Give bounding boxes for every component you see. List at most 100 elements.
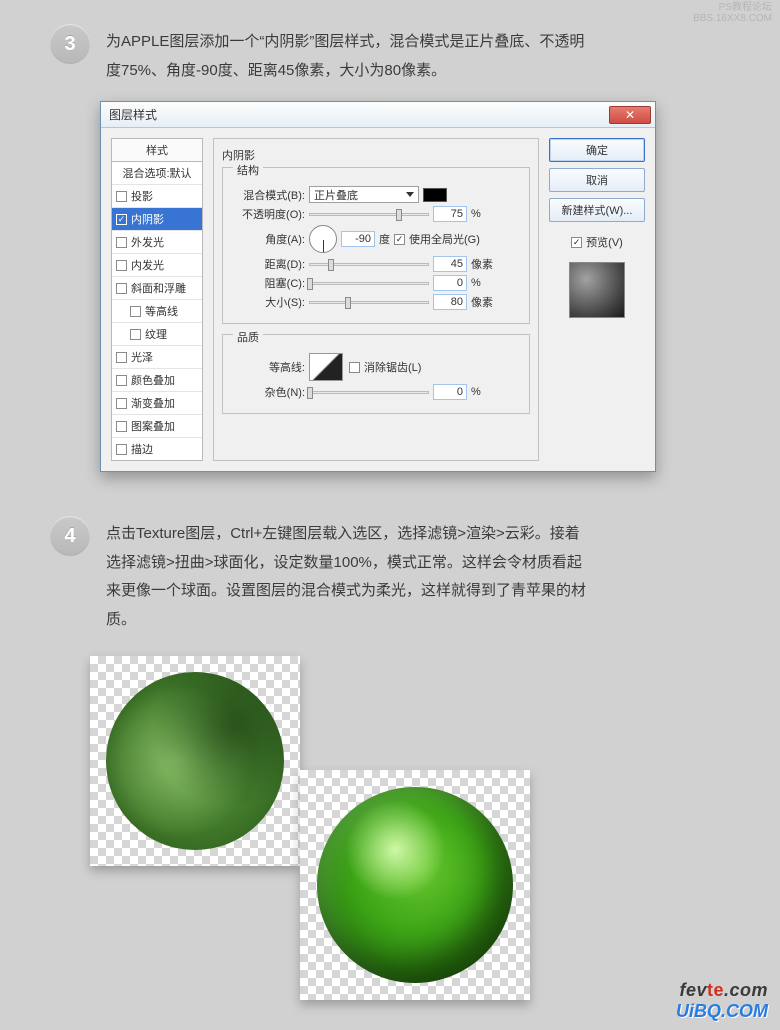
style-item-defaults[interactable]: 混合选项:默认 bbox=[112, 162, 202, 185]
style-label: 外发光 bbox=[131, 234, 164, 250]
step-3-text: 为APPLE图层添加一个“内阴影”图层样式，混合模式是正片叠底、不透明度75%、… bbox=[106, 24, 586, 85]
style-item-outer-glow[interactable]: 外发光 bbox=[112, 231, 202, 254]
label-distance: 距离(D): bbox=[233, 256, 305, 272]
new-style-button[interactable]: 新建样式(W)... bbox=[549, 198, 645, 222]
style-label: 内阴影 bbox=[131, 211, 164, 227]
watermark-part: fev bbox=[679, 980, 707, 1000]
style-item-texture[interactable]: 纹理 bbox=[112, 323, 202, 346]
style-item-color-overlay[interactable]: 颜色叠加 bbox=[112, 369, 202, 392]
style-label: 描边 bbox=[131, 441, 153, 457]
label-choke: 阻塞(C): bbox=[233, 275, 305, 291]
antialias-checkbox[interactable] bbox=[349, 362, 360, 373]
noise-unit: % bbox=[471, 386, 481, 398]
size-input[interactable]: 80 bbox=[433, 294, 467, 310]
watermark-text: PS教程论坛 bbox=[693, 2, 772, 13]
opacity-slider[interactable] bbox=[309, 213, 429, 216]
label-noise: 杂色(N): bbox=[233, 384, 305, 400]
close-button[interactable]: ✕ bbox=[609, 106, 651, 124]
style-label: 颜色叠加 bbox=[131, 372, 175, 388]
style-label: 等高线 bbox=[145, 303, 178, 319]
checkbox-icon[interactable] bbox=[116, 260, 127, 271]
watermark-part: .com bbox=[724, 980, 768, 1000]
checkbox-icon[interactable] bbox=[116, 352, 127, 363]
row-distance: 距离(D): 45 像素 bbox=[233, 256, 519, 272]
style-item-satin[interactable]: 光泽 bbox=[112, 346, 202, 369]
preview-checkbox[interactable] bbox=[571, 237, 582, 248]
style-label: 图案叠加 bbox=[131, 418, 175, 434]
row-angle: 角度(A): -90 度 使用全局光(G) bbox=[233, 225, 519, 253]
label-blend-mode: 混合模式(B): bbox=[233, 187, 305, 203]
checkbox-icon[interactable] bbox=[116, 191, 127, 202]
style-label: 内发光 bbox=[131, 257, 164, 273]
blend-mode-select[interactable]: 正片叠底 bbox=[309, 186, 419, 203]
styles-list: 混合选项:默认 投影 内阴影 外发光 内发光 斜面和浮雕 等高线 纹理 光泽 颜… bbox=[111, 162, 203, 461]
row-noise: 杂色(N): 0 % bbox=[233, 384, 519, 400]
ok-button[interactable]: 确定 bbox=[549, 138, 645, 162]
checkbox-icon[interactable] bbox=[116, 214, 127, 225]
noise-slider[interactable] bbox=[309, 391, 429, 394]
button-column: 确定 取消 新建样式(W)... 预览(V) bbox=[549, 138, 645, 461]
row-choke: 阻塞(C): 0 % bbox=[233, 275, 519, 291]
checkbox-icon[interactable] bbox=[116, 375, 127, 386]
group-quality: 品质 等高线: 消除锯齿(L) 杂色(N): 0 % bbox=[222, 334, 530, 414]
dialog-titlebar[interactable]: 图层样式 ✕ bbox=[101, 102, 655, 128]
style-label: 光泽 bbox=[131, 349, 153, 365]
choke-slider[interactable] bbox=[309, 282, 429, 285]
section-heading: 内阴影 bbox=[222, 147, 530, 165]
checkbox-icon[interactable] bbox=[116, 398, 127, 409]
distance-unit: 像素 bbox=[471, 256, 493, 272]
choke-input[interactable]: 0 bbox=[433, 275, 467, 291]
settings-panel: 内阴影 结构 混合模式(B): 正片叠底 不透明度(O): bbox=[213, 138, 539, 461]
dialog-title: 图层样式 bbox=[109, 106, 157, 123]
group-quality-title: 品质 bbox=[233, 329, 263, 345]
label-opacity: 不透明度(O): bbox=[233, 206, 305, 222]
watermark-fevte: fevte.com bbox=[676, 980, 768, 1001]
opacity-unit: % bbox=[471, 208, 481, 220]
watermark-uibq: UiBQ.COM bbox=[676, 1001, 768, 1022]
style-item-bevel[interactable]: 斜面和浮雕 bbox=[112, 277, 202, 300]
color-swatch[interactable] bbox=[423, 188, 447, 202]
global-light-checkbox[interactable] bbox=[394, 234, 405, 245]
close-icon: ✕ bbox=[625, 109, 635, 121]
opacity-input[interactable]: 75 bbox=[433, 206, 467, 222]
distance-input[interactable]: 45 bbox=[433, 256, 467, 272]
styles-column: 样式 混合选项:默认 投影 内阴影 外发光 内发光 斜面和浮雕 等高线 纹理 光… bbox=[111, 138, 203, 461]
style-label: 投影 bbox=[131, 188, 153, 204]
dialog-screenshot: 图层样式 ✕ 样式 混合选项:默认 投影 内阴影 外发光 内发光 斜面和浮雕 等… bbox=[0, 101, 780, 492]
angle-unit: 度 bbox=[379, 231, 390, 247]
step-4-text: 点击Texture图层，Ctrl+左键图层载入选区，选择滤镜>渲染>云彩。接着选… bbox=[106, 516, 586, 634]
style-label: 混合选项:默认 bbox=[122, 165, 191, 181]
result-images: fevte.com UiBQ.COM bbox=[0, 650, 780, 1030]
distance-slider[interactable] bbox=[309, 263, 429, 266]
checkbox-icon[interactable] bbox=[130, 329, 141, 340]
angle-input[interactable]: -90 bbox=[341, 231, 375, 247]
preview-toggle-row: 预览(V) bbox=[549, 234, 645, 250]
checkbox-icon[interactable] bbox=[116, 444, 127, 455]
style-item-contour[interactable]: 等高线 bbox=[112, 300, 202, 323]
checkbox-icon[interactable] bbox=[130, 306, 141, 317]
checkbox-icon[interactable] bbox=[116, 421, 127, 432]
dialog-body: 样式 混合选项:默认 投影 内阴影 外发光 内发光 斜面和浮雕 等高线 纹理 光… bbox=[101, 128, 655, 471]
style-item-inner-glow[interactable]: 内发光 bbox=[112, 254, 202, 277]
style-item-inner-shadow[interactable]: 内阴影 bbox=[112, 208, 202, 231]
choke-unit: % bbox=[471, 277, 481, 289]
size-slider[interactable] bbox=[309, 301, 429, 304]
noise-input[interactable]: 0 bbox=[433, 384, 467, 400]
cancel-button[interactable]: 取消 bbox=[549, 168, 645, 192]
contour-preset[interactable] bbox=[309, 353, 343, 381]
layer-style-dialog: 图层样式 ✕ 样式 混合选项:默认 投影 内阴影 外发光 内发光 斜面和浮雕 等… bbox=[100, 101, 656, 472]
step-3-number-badge: 3 bbox=[50, 24, 90, 64]
style-item-grad-overlay[interactable]: 渐变叠加 bbox=[112, 392, 202, 415]
checkbox-icon[interactable] bbox=[116, 283, 127, 294]
step-4-header: 4 点击Texture图层，Ctrl+左键图层载入选区，选择滤镜>渲染>云彩。接… bbox=[50, 516, 730, 634]
style-item-pattern-overlay[interactable]: 图案叠加 bbox=[112, 415, 202, 438]
checkbox-icon[interactable] bbox=[116, 237, 127, 248]
style-item-stroke[interactable]: 描边 bbox=[112, 438, 202, 460]
chevron-down-icon bbox=[406, 192, 414, 197]
group-structure: 结构 混合模式(B): 正片叠底 不透明度(O): bbox=[222, 167, 530, 324]
step-4-block: 4 点击Texture图层，Ctrl+左键图层载入选区，选择滤镜>渲染>云彩。接… bbox=[0, 492, 780, 650]
style-item-drop-shadow[interactable]: 投影 bbox=[112, 185, 202, 208]
angle-dial[interactable] bbox=[309, 225, 337, 253]
watermark-url: BBS.16XX8.COM bbox=[693, 13, 772, 24]
texture-sphere-image bbox=[90, 656, 300, 866]
